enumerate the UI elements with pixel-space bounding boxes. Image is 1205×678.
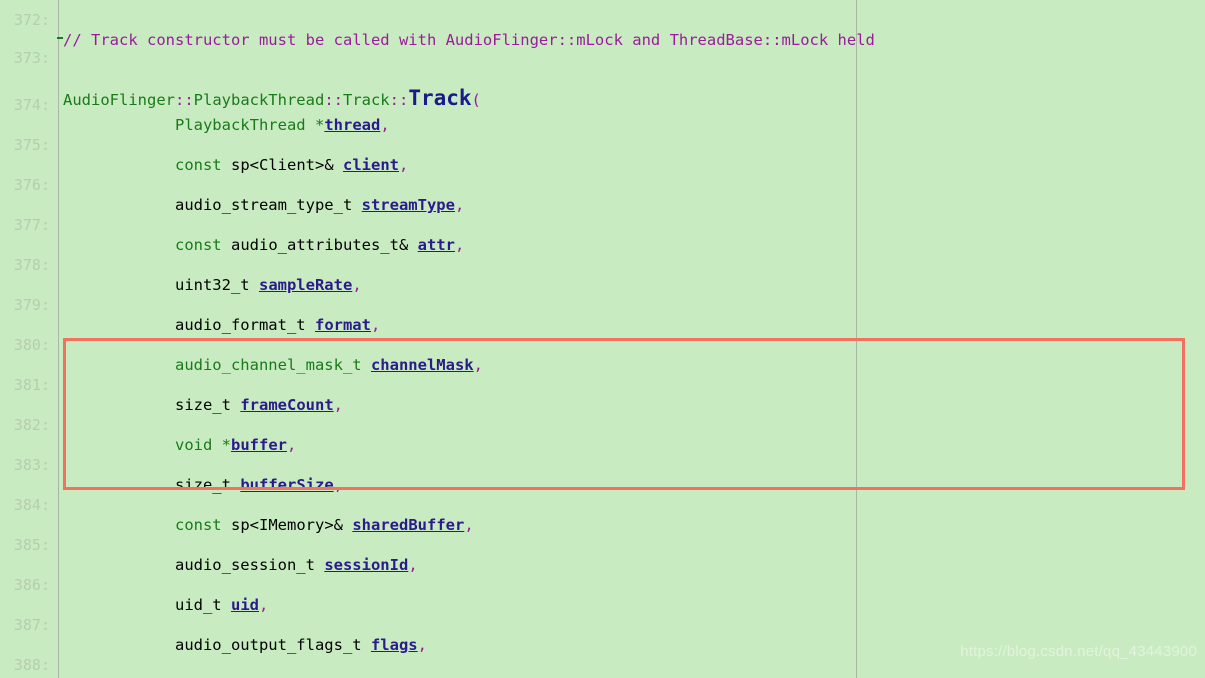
line-number: 378:: [13, 256, 50, 274]
line-number: 372:: [13, 11, 50, 29]
line-number: 388:: [13, 656, 50, 674]
line-number: 384:: [13, 496, 50, 514]
code-fold-marker-icon[interactable]: [57, 37, 63, 39]
code-line[interactable]: 377: const audio_attributes_t& attr,: [0, 195, 1205, 254]
line-number: 381:: [13, 376, 50, 394]
line-number: 374:: [13, 96, 50, 114]
code-line[interactable]: 378: uint32_t sampleRate,: [0, 235, 1205, 294]
line-number: 382:: [13, 416, 50, 434]
line-number: 375:: [13, 136, 50, 154]
code-line[interactable]: 382: void *buffer,: [0, 395, 1205, 454]
code-line[interactable]: 379: audio_format_t format,: [0, 275, 1205, 334]
line-number: 377:: [13, 216, 50, 234]
code-line[interactable]: 385: audio_session_t sessionId,: [0, 515, 1205, 574]
line-number: 373:: [13, 49, 50, 67]
code-content[interactable]: 372: // Track constructor must be called…: [0, 0, 1205, 678]
code-line[interactable]: 381: size_t frameCount,: [0, 355, 1205, 414]
code-editor-viewport: 372: // Track constructor must be called…: [0, 0, 1205, 678]
code-line[interactable]: 376: audio_stream_type_t streamType,: [0, 155, 1205, 214]
line-number: 383:: [13, 456, 50, 474]
code-line[interactable]: 373: AudioFlinger::PlaybackThread::Track…: [0, 28, 1205, 109]
code-line[interactable]: 386: uid_t uid,: [0, 555, 1205, 614]
code-line[interactable]: 372: // Track constructor must be called…: [0, 0, 1205, 49]
line-number: 386:: [13, 576, 50, 594]
code-line[interactable]: 380: audio_channel_mask_t channelMask,: [0, 315, 1205, 374]
line-number: 385:: [13, 536, 50, 554]
line-number: 379:: [13, 296, 50, 314]
code-line[interactable]: 375: const sp<Client>& client,: [0, 115, 1205, 174]
watermark-text: https://blog.csdn.net/qq_43443900: [960, 643, 1197, 660]
code-line[interactable]: 387: audio_output_flags_t flags,: [0, 595, 1205, 654]
code-line[interactable]: 374: PlaybackThread *thread,: [0, 75, 1205, 134]
line-number: 380:: [13, 336, 50, 354]
code-line[interactable]: 383: size_t bufferSize,: [0, 435, 1205, 494]
line-number: 387:: [13, 616, 50, 634]
line-number: 376:: [13, 176, 50, 194]
code-line[interactable]: 384: const sp<IMemory>& sharedBuffer,: [0, 475, 1205, 534]
